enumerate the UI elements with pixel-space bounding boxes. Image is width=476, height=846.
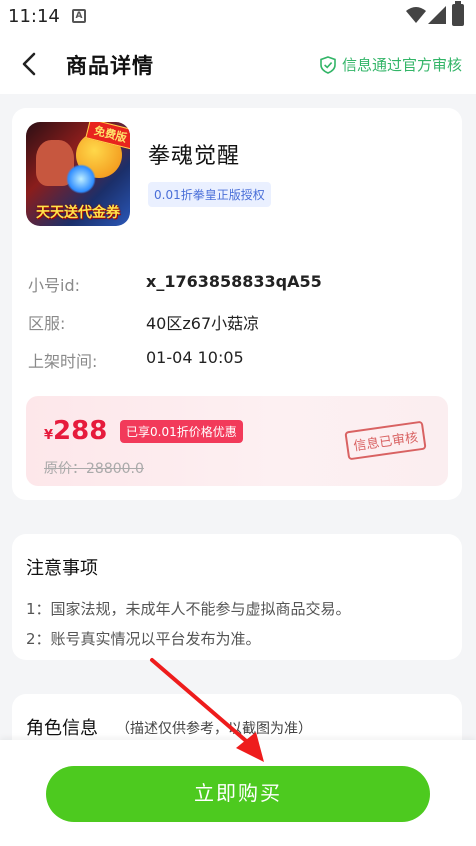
status-bar: 11:14 A (0, 0, 476, 34)
original-price: 原价：28800.0 (44, 461, 144, 477)
verified-stamp: 信息已审核 (344, 420, 427, 461)
info-value: x_1763858833qA55 (146, 272, 322, 291)
notice-line: 2：账号真实情况以平台发布为准。 (26, 630, 261, 648)
verified-text: 信息通过官方审核 (341, 56, 462, 74)
notice-card: 注意事项 1：国家法规，未成年人不能参与虚拟商品交易。 2：账号真实情况以平台发… (12, 534, 462, 660)
shield-check-icon (320, 55, 336, 74)
navbar: 商品详情 信息通过官方审核 (0, 34, 476, 94)
discount-tag: 已享0.01折价格优惠 (120, 420, 243, 443)
signal-icon (428, 6, 446, 24)
info-label: 小号id: (28, 276, 80, 295)
role-info-title: 角色信息 (26, 718, 98, 739)
price-value: 288 (53, 416, 108, 446)
notice-title: 注意事项 (26, 558, 98, 579)
notification-icon: A (72, 9, 86, 23)
page-title: 商品详情 (66, 54, 154, 78)
role-info-note: （描述仅供参考，以截图为准） (116, 721, 312, 737)
game-name: 拳魂觉醒 (148, 144, 241, 169)
license-tag: 0.01折拳皇正版授权 (148, 182, 271, 207)
currency-symbol: ¥ (44, 428, 54, 443)
battery-icon (452, 1, 464, 26)
current-price: ¥288 (44, 416, 107, 446)
buy-now-button[interactable]: 立即购买 (46, 766, 430, 822)
wifi-icon (406, 7, 426, 23)
verified-badge: 信息通过官方审核 (320, 54, 462, 75)
voucher-banner: 天天送代金券 (36, 205, 120, 221)
price-box: ¥288 已享0.01折价格优惠 原价：28800.0 信息已审核 (26, 396, 448, 486)
info-value: 01-04 10:05 (146, 348, 244, 367)
game-icon: 免费版 天天送代金券 (26, 122, 130, 226)
content-scroll[interactable]: 免费版 天天送代金券 拳魂觉醒 0.01折拳皇正版授权 小号id: x_1763… (0, 94, 476, 754)
status-time: 11:14 (8, 6, 60, 27)
info-label: 上架时间: (28, 352, 98, 371)
notice-line: 1：国家法规，未成年人不能参与虚拟商品交易。 (26, 600, 351, 618)
back-arrow-icon[interactable] (18, 51, 42, 77)
info-value: 40区z67小菇凉 (146, 314, 260, 333)
product-card: 免费版 天天送代金券 拳魂觉醒 0.01折拳皇正版授权 小号id: x_1763… (12, 108, 462, 500)
bottom-bar: 立即购买 (0, 740, 476, 846)
info-label: 区服: (28, 314, 66, 333)
